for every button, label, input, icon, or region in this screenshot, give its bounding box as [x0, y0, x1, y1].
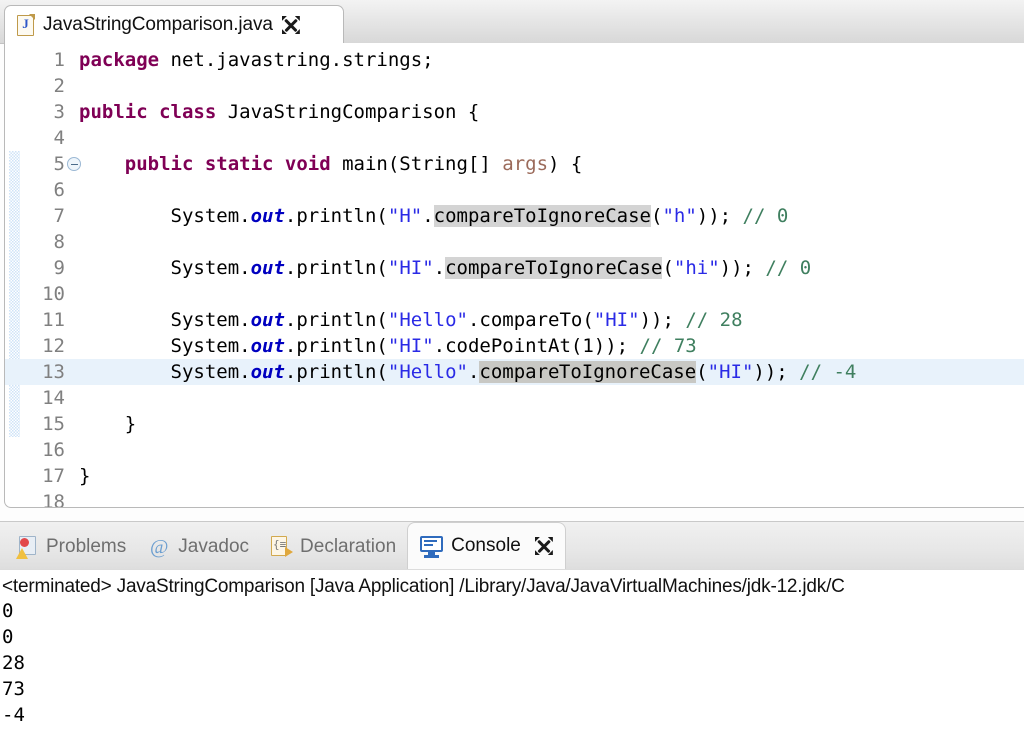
editor-tab-label: JavaStringComparison.java: [43, 14, 273, 35]
panel-tab-declaration[interactable]: {≡ Declaration: [260, 524, 407, 569]
line-number: 11: [42, 309, 65, 331]
panel-tab-bar: Problems @ Javadoc {≡ Declaration Console: [0, 521, 1024, 569]
javadoc-icon: @: [150, 535, 169, 558]
console-view[interactable]: <terminated> JavaStringComparison [Java …: [0, 569, 1024, 751]
console-output-line: 0: [2, 600, 14, 622]
code-line-13[interactable]: 13 System.out.println("Hello".compareToI…: [5, 359, 1024, 385]
console-icon: [420, 535, 444, 558]
editor-area: J JavaStringComparison.java 1 package net…: [0, 0, 1024, 513]
code-text: }: [79, 413, 137, 435]
problems-icon: [16, 535, 38, 559]
code-line-11[interactable]: 11 System.out.println("Hello".compareTo(…: [5, 307, 1024, 333]
code-line-9[interactable]: 9 System.out.println("HI".compareToIgnor…: [5, 255, 1024, 281]
console-output-line: -4: [2, 704, 25, 726]
line-number: 9: [53, 257, 65, 279]
console-output-line: 73: [2, 678, 25, 700]
bottom-panel: Problems @ Javadoc {≡ Declaration Console <te…: [0, 521, 1024, 751]
console-output-line: 28: [2, 652, 25, 674]
console-output-line: 0: [2, 626, 14, 648]
declaration-icon: {≡: [271, 535, 294, 558]
code-line-17[interactable]: 17}: [5, 463, 1024, 489]
code-text: public class JavaStringComparison {: [79, 101, 480, 123]
panel-tab-javadoc[interactable]: @ Javadoc: [137, 524, 260, 569]
line-number: 13: [42, 361, 65, 383]
code-line-18[interactable]: 18: [5, 489, 1024, 508]
close-icon[interactable]: [281, 16, 300, 34]
code-editor[interactable]: 1 package net.javastring.strings; 2 3 public…: [4, 43, 1024, 508]
panel-tab-console[interactable]: Console: [407, 522, 566, 569]
eclipse-ide-window: J JavaStringComparison.java 1 package net…: [0, 0, 1024, 751]
code-line-7[interactable]: 7 System.out.println("H".compareToIgnore…: [5, 203, 1024, 229]
code-line-1[interactable]: 1 package net.javastring.strings;: [5, 47, 1024, 73]
editor-tab-bar: J JavaStringComparison.java: [0, 0, 1024, 44]
line-number: 4: [53, 127, 65, 149]
code-line-4[interactable]: 4: [5, 125, 1024, 151]
panel-tab-label: Javadoc: [178, 535, 250, 557]
code-text: System.out.println("H".compareToIgnoreCa…: [79, 205, 789, 227]
code-line-5[interactable]: 5 public static void main(String[] args)…: [5, 151, 1024, 177]
code-text: public static void main(String[] args) {: [124, 153, 583, 175]
panel-tab-problems[interactable]: Problems: [6, 524, 137, 569]
line-number: 1: [53, 49, 65, 71]
code-text: System.out.println("HI".compareToIgnoreC…: [79, 257, 812, 279]
line-number: 10: [42, 283, 65, 305]
code-line-16[interactable]: 16: [5, 437, 1024, 463]
panel-tab-label: Problems: [46, 535, 127, 557]
panel-tab-label: Declaration: [300, 535, 397, 557]
line-number: 5: [53, 153, 65, 175]
code-text: }: [79, 465, 91, 487]
console-launch-header: <terminated> JavaStringComparison [Java …: [2, 576, 845, 597]
code-text: System.out.println("Hello".compareToIgno…: [79, 361, 857, 383]
code-line-15[interactable]: 15 }: [5, 411, 1024, 437]
line-number: 18: [42, 491, 65, 508]
code-text: System.out.println("HI".codePointAt(1));…: [79, 335, 697, 357]
line-number: 7: [53, 205, 65, 227]
close-icon[interactable]: [534, 537, 553, 555]
java-file-icon: J: [17, 13, 35, 36]
line-number: 3: [53, 101, 65, 123]
code-line-3[interactable]: 3 public class JavaStringComparison {: [5, 99, 1024, 125]
panel-tab-label: Console: [451, 535, 521, 556]
line-number: 17: [42, 465, 65, 487]
console-output: 0 0 28 73 -4: [0, 598, 1024, 728]
line-number: 12: [42, 335, 65, 357]
line-number: 15: [42, 413, 65, 435]
line-number: 14: [42, 387, 65, 409]
line-number: 2: [53, 75, 65, 97]
code-line-6[interactable]: 6: [5, 177, 1024, 203]
line-number: 6: [53, 179, 65, 201]
line-number: 8: [53, 231, 65, 253]
code-line-8[interactable]: 8: [5, 229, 1024, 255]
code-line-10[interactable]: 10: [5, 281, 1024, 307]
line-number: 16: [42, 439, 65, 461]
code-line-2[interactable]: 2: [5, 73, 1024, 99]
code-text: System.out.println("Hello".compareTo("HI…: [79, 309, 743, 331]
code-line-14[interactable]: 14: [5, 385, 1024, 411]
editor-tab-javastringcomparison[interactable]: J JavaStringComparison.java: [4, 5, 344, 44]
code-line-12[interactable]: 12 System.out.println("HI".codePointAt(1…: [5, 333, 1024, 359]
code-text: package net.javastring.strings;: [79, 49, 434, 71]
